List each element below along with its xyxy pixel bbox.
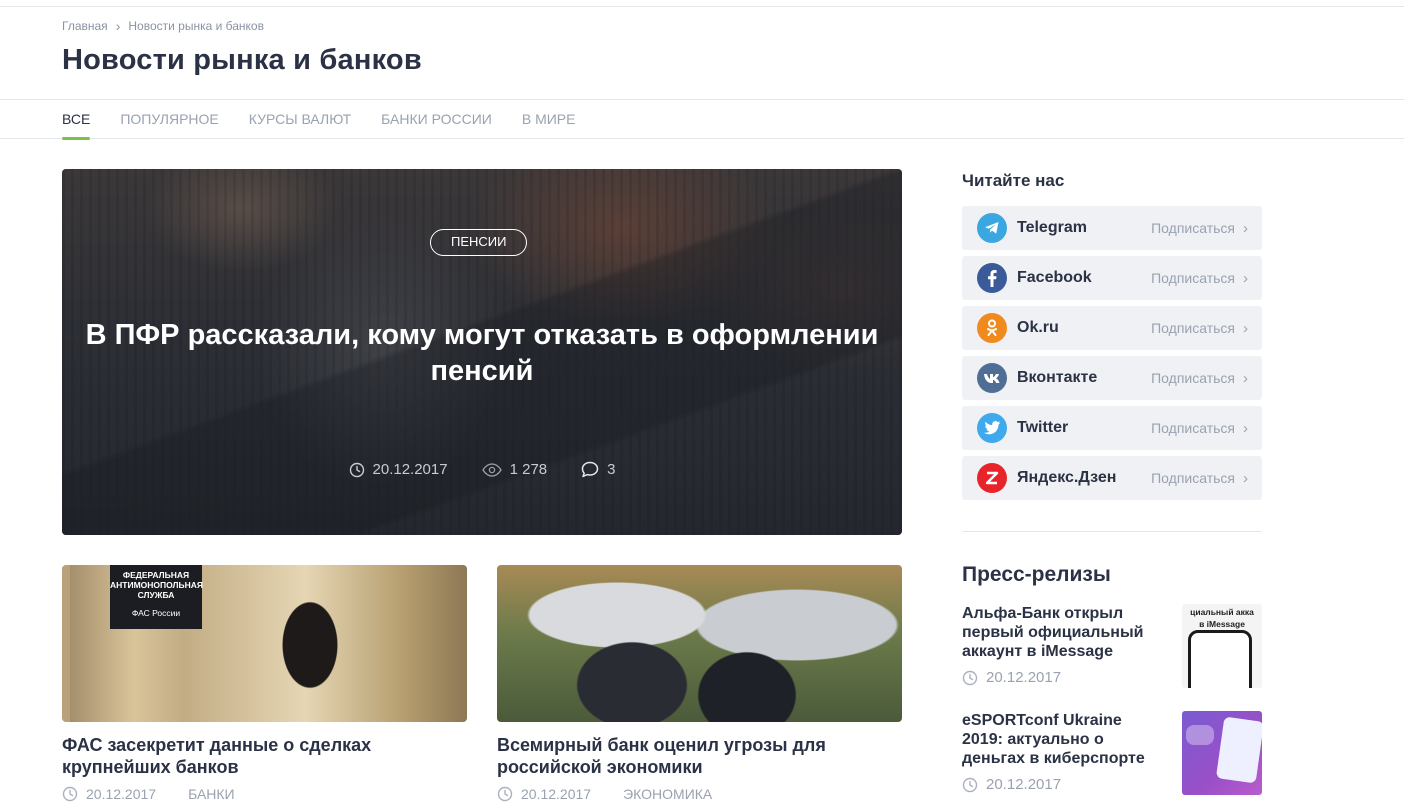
breadcrumb-current: Новости рынка и банков — [128, 19, 264, 33]
social-row-vkontakte[interactable]: Вконтакте Подписаться › — [962, 356, 1262, 400]
fas-sign: ФЕДЕРАЛЬНАЯ АНТИМОНОПОЛЬНАЯ СЛУЖБА ФАС Р… — [110, 565, 203, 629]
yandex-zen-icon — [977, 463, 1007, 493]
social-name: Яндекс.Дзен — [1017, 469, 1117, 486]
telegram-icon — [977, 213, 1007, 243]
vk-icon — [977, 363, 1007, 393]
subscribe-link[interactable]: Подписаться — [1151, 420, 1235, 436]
news-card[interactable]: Всемирный банк оценил угрозы для российс… — [497, 565, 902, 802]
chat-bubble-illustration — [1186, 725, 1214, 745]
odnoklassniki-icon — [977, 313, 1007, 343]
social-name: Facebook — [1017, 269, 1092, 286]
news-card-meta: 20.12.2017 БАНКИ — [62, 786, 467, 802]
hero-views: 1 278 — [481, 461, 548, 478]
category-tabs-bar: ВСЕ ПОПУЛЯРНОЕ КУРСЫ ВАЛЮТ БАНКИ РОССИИ … — [0, 99, 1404, 140]
tab-all[interactable]: ВСЕ — [62, 100, 91, 140]
eye-icon — [481, 462, 502, 477]
news-card-date-text: 20.12.2017 — [86, 786, 157, 802]
news-card-date: 20.12.2017 — [62, 786, 156, 802]
top-divider — [0, 6, 1404, 7]
clock-icon — [497, 786, 513, 802]
subscribe-link[interactable]: Подписаться — [1151, 220, 1235, 236]
chevron-right-icon: › — [1243, 269, 1248, 287]
chevron-right-icon: › — [1243, 469, 1248, 487]
clock-icon — [962, 777, 978, 793]
clock-icon — [62, 786, 78, 802]
hero-article[interactable]: ПЕНСИИ В ПФР рассказали, кому могут отка… — [62, 169, 902, 535]
news-card-image[interactable] — [497, 565, 902, 722]
hero-category-tag[interactable]: ПЕНСИИ — [430, 229, 528, 256]
clock-icon — [962, 670, 978, 686]
news-card-meta: 20.12.2017 ЭКОНОМИКА — [497, 786, 902, 802]
news-card-category[interactable]: ЭКОНОМИКА — [623, 786, 712, 802]
subscribe-link[interactable]: Подписаться — [1151, 270, 1235, 286]
phone-illustration — [1188, 630, 1252, 688]
follow-us-title: Читайте нас — [962, 171, 1065, 190]
tab-exchange-rates[interactable]: КУРСЫ ВАЛЮТ — [249, 100, 351, 138]
chevron-right-icon: › — [1243, 419, 1248, 437]
chevron-right-icon: › — [115, 18, 121, 34]
social-row-yandex-zen[interactable]: Яндекс.Дзен Подписаться › — [962, 456, 1262, 500]
news-card-image[interactable]: ФЕДЕРАЛЬНАЯ АНТИМОНОПОЛЬНАЯ СЛУЖБА ФАС Р… — [62, 565, 467, 722]
breadcrumb-home-link[interactable]: Главная — [62, 19, 108, 33]
chevron-right-icon: › — [1243, 319, 1248, 337]
news-card-title[interactable]: ФАС засекретит данные о сделках крупнейш… — [62, 734, 467, 778]
hero-title[interactable]: В ПФР рассказали, кому могут отказать в … — [62, 317, 902, 389]
subscribe-link[interactable]: Подписаться — [1151, 320, 1235, 336]
hero-meta: 20.12.2017 1 278 3 — [62, 461, 902, 478]
subscribe-link[interactable]: Подписаться — [1151, 370, 1235, 386]
social-row-telegram[interactable]: Telegram Подписаться › — [962, 206, 1262, 250]
hero-comments-count: 3 — [607, 461, 616, 478]
press-releases-title: Пресс-релизы — [962, 563, 1111, 586]
hero-views-count: 1 278 — [509, 461, 548, 478]
social-row-okru[interactable]: Ok.ru Подписаться › — [962, 306, 1262, 350]
facebook-icon — [977, 263, 1007, 293]
chevron-right-icon: › — [1243, 219, 1248, 237]
page-title: Новости рынка и банков — [62, 44, 422, 76]
press-release-thumbnail[interactable]: циальный акка в iMessage — [1182, 604, 1262, 688]
social-row-facebook[interactable]: Facebook Подписаться › — [962, 256, 1262, 300]
press-release-title[interactable]: eSPORTconf Ukraine 2019: актуально о ден… — [962, 711, 1162, 768]
press-release-item[interactable]: eSPORTconf Ukraine 2019: актуально о ден… — [962, 711, 1262, 801]
press-release-text: Альфа-Банк открыл первый официальный акк… — [962, 604, 1162, 686]
press-release-date-text: 20.12.2017 — [986, 669, 1062, 686]
hero-comments[interactable]: 3 — [581, 461, 615, 478]
hero-date-text: 20.12.2017 — [372, 461, 448, 478]
sidebar-divider — [962, 531, 1262, 532]
thumbnail-caption: циальный акка в iMessage — [1190, 607, 1254, 629]
category-tabs: ВСЕ ПОПУЛЯРНОЕ КУРСЫ ВАЛЮТ БАНКИ РОССИИ … — [62, 100, 576, 140]
news-card[interactable]: ФЕДЕРАЛЬНАЯ АНТИМОНОПОЛЬНАЯ СЛУЖБА ФАС Р… — [62, 565, 467, 802]
news-card-date: 20.12.2017 — [497, 786, 591, 802]
news-card-date-text: 20.12.2017 — [521, 786, 592, 802]
press-release-date: 20.12.2017 — [962, 669, 1162, 686]
social-subscribe-list: Telegram Подписаться › Facebook Подписат… — [962, 206, 1262, 506]
news-card-category[interactable]: БАНКИ — [188, 786, 235, 802]
subscribe-link[interactable]: Подписаться — [1151, 470, 1235, 486]
phone-illustration — [1215, 716, 1262, 784]
social-name: Вконтакте — [1017, 369, 1098, 386]
social-name: Telegram — [1017, 219, 1087, 236]
clock-icon — [349, 462, 365, 478]
press-release-text: eSPORTconf Ukraine 2019: актуально о ден… — [962, 711, 1162, 793]
social-name: Twitter — [1017, 419, 1069, 436]
tab-russian-banks[interactable]: БАНКИ РОССИИ — [381, 100, 492, 138]
press-release-date-text: 20.12.2017 — [986, 776, 1062, 793]
press-release-thumbnail[interactable] — [1182, 711, 1262, 795]
press-release-item[interactable]: Альфа-Банк открыл первый официальный акк… — [962, 604, 1262, 694]
hero-date: 20.12.2017 — [349, 461, 448, 478]
social-row-twitter[interactable]: Twitter Подписаться › — [962, 406, 1262, 450]
press-release-title[interactable]: Альфа-Банк открыл первый официальный акк… — [962, 604, 1162, 661]
breadcrumb: Главная › Новости рынка и банков — [62, 18, 264, 34]
tab-world[interactable]: В МИРЕ — [522, 100, 576, 138]
tab-popular[interactable]: ПОПУЛЯРНОЕ — [120, 100, 218, 138]
press-release-date: 20.12.2017 — [962, 776, 1162, 793]
chevron-right-icon: › — [1243, 369, 1248, 387]
news-card-title[interactable]: Всемирный банк оценил угрозы для российс… — [497, 734, 902, 778]
social-name: Ok.ru — [1017, 319, 1059, 336]
twitter-icon — [977, 413, 1007, 443]
comment-icon — [581, 461, 599, 478]
